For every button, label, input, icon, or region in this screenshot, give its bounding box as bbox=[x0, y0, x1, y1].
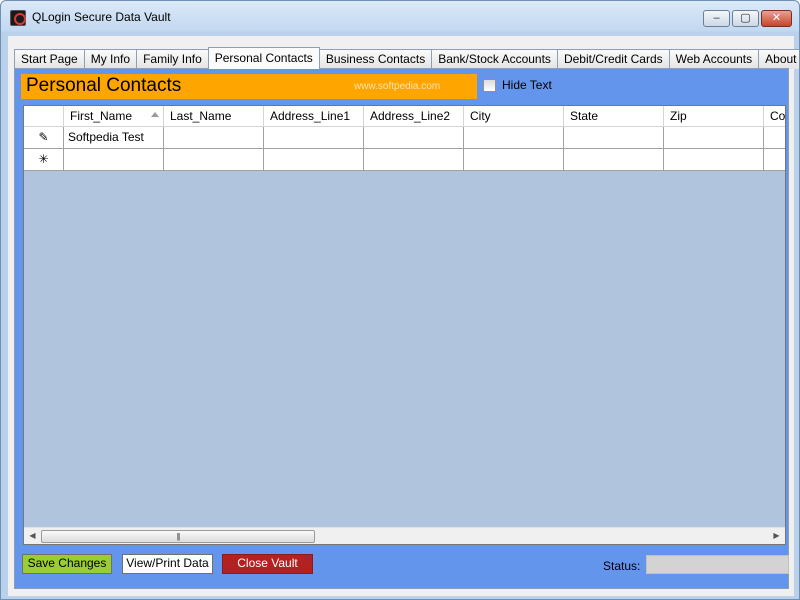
tab-start-page[interactable]: Start Page bbox=[14, 49, 85, 69]
scroll-right-arrow-icon[interactable]: ▶ bbox=[768, 528, 785, 544]
tab-business-contacts[interactable]: Business Contacts bbox=[318, 49, 433, 69]
status-label: Status: bbox=[603, 559, 641, 573]
app-logo-icon[interactable] bbox=[10, 10, 26, 26]
cell-last-name[interactable] bbox=[164, 127, 264, 149]
scrollbar-thumb[interactable]: ||| bbox=[41, 530, 315, 543]
row-new-asterisk-icon[interactable]: ✳ bbox=[24, 149, 64, 171]
section-header: Personal Contacts www.softpedia.com bbox=[21, 74, 477, 99]
row-edit-pencil-icon[interactable]: ✎ bbox=[24, 127, 64, 149]
personal-contacts-panel: Personal Contacts www.softpedia.com Hide… bbox=[14, 68, 789, 589]
cell-address-line2[interactable] bbox=[364, 127, 464, 149]
cell-last-name[interactable] bbox=[164, 149, 264, 171]
cell-zip[interactable] bbox=[664, 127, 764, 149]
cell-zip[interactable] bbox=[664, 149, 764, 171]
close-window-button[interactable]: ✕ bbox=[761, 10, 792, 27]
cell-address-line2[interactable] bbox=[364, 149, 464, 171]
app-window: QLogin Secure Data Vault – ▢ ✕ Start Pag… bbox=[0, 0, 800, 600]
close-vault-button[interactable]: Close Vault bbox=[222, 554, 313, 574]
cell-address-line1[interactable] bbox=[264, 127, 364, 149]
hide-text-checkbox[interactable] bbox=[483, 78, 496, 92]
column-header-country[interactable]: Co bbox=[764, 106, 785, 127]
maximize-button[interactable]: ▢ bbox=[732, 10, 759, 27]
column-header-state[interactable]: State bbox=[564, 106, 664, 127]
minimize-button[interactable]: – bbox=[703, 10, 730, 27]
cell-first-name[interactable]: Softpedia Test bbox=[64, 127, 164, 149]
view-print-data-button[interactable]: View/Print Data bbox=[122, 554, 213, 574]
cell-state[interactable] bbox=[564, 149, 664, 171]
tab-debit-credit-cards[interactable]: Debit/Credit Cards bbox=[556, 49, 670, 69]
cell-country[interactable] bbox=[764, 149, 785, 171]
grid-header-row: First_Name Last_Name Address_Line1 Addre… bbox=[24, 106, 785, 127]
tab-bank-stock-accounts[interactable]: Bank/Stock Accounts bbox=[431, 49, 558, 69]
cell-first-name[interactable] bbox=[64, 149, 164, 171]
tab-web-accounts[interactable]: Web Accounts bbox=[668, 49, 760, 69]
cell-city[interactable] bbox=[464, 127, 564, 149]
title-bar[interactable]: QLogin Secure Data Vault – ▢ ✕ bbox=[1, 1, 799, 35]
table-row[interactable]: ✎ Softpedia Test bbox=[24, 127, 785, 149]
grid-corner-header[interactable] bbox=[24, 106, 64, 127]
hide-text-label[interactable]: Hide Text bbox=[502, 78, 552, 92]
cell-address-line1[interactable] bbox=[264, 149, 364, 171]
cell-state[interactable] bbox=[564, 127, 664, 149]
column-header-last-name[interactable]: Last_Name bbox=[164, 106, 264, 127]
status-field bbox=[646, 555, 789, 574]
contacts-grid[interactable]: First_Name Last_Name Address_Line1 Addre… bbox=[23, 105, 786, 545]
save-changes-button[interactable]: Save Changes bbox=[22, 554, 112, 574]
watermark-text: www.softpedia.com bbox=[354, 81, 441, 92]
cell-country[interactable] bbox=[764, 127, 785, 149]
cell-city[interactable] bbox=[464, 149, 564, 171]
scroll-left-arrow-icon[interactable]: ◀ bbox=[24, 528, 41, 544]
page-title: Personal Contacts bbox=[26, 75, 182, 96]
column-header-city[interactable]: City bbox=[464, 106, 564, 127]
column-header-zip[interactable]: Zip bbox=[664, 106, 764, 127]
client-area: Start Page My Info Family Info Personal … bbox=[8, 36, 799, 596]
tab-about-qlogin[interactable]: About QLogin bbox=[758, 49, 799, 69]
tab-strip: Start Page My Info Family Info Personal … bbox=[14, 47, 799, 69]
column-header-address-line1[interactable]: Address_Line1 bbox=[264, 106, 364, 127]
hide-text-toggle[interactable]: Hide Text bbox=[483, 78, 552, 92]
tab-family-info[interactable]: Family Info bbox=[136, 49, 209, 69]
column-header-label: First_Name bbox=[70, 109, 133, 123]
table-row[interactable]: ✳ bbox=[24, 149, 785, 171]
sort-ascending-icon bbox=[151, 112, 159, 117]
tab-my-info[interactable]: My Info bbox=[83, 49, 138, 69]
tab-personal-contacts[interactable]: Personal Contacts bbox=[207, 47, 320, 69]
column-header-first-name[interactable]: First_Name bbox=[64, 106, 164, 127]
horizontal-scrollbar[interactable]: ◀ ||| ▶ bbox=[24, 527, 785, 544]
window-title: QLogin Secure Data Vault bbox=[32, 10, 171, 24]
column-header-address-line2[interactable]: Address_Line2 bbox=[364, 106, 464, 127]
